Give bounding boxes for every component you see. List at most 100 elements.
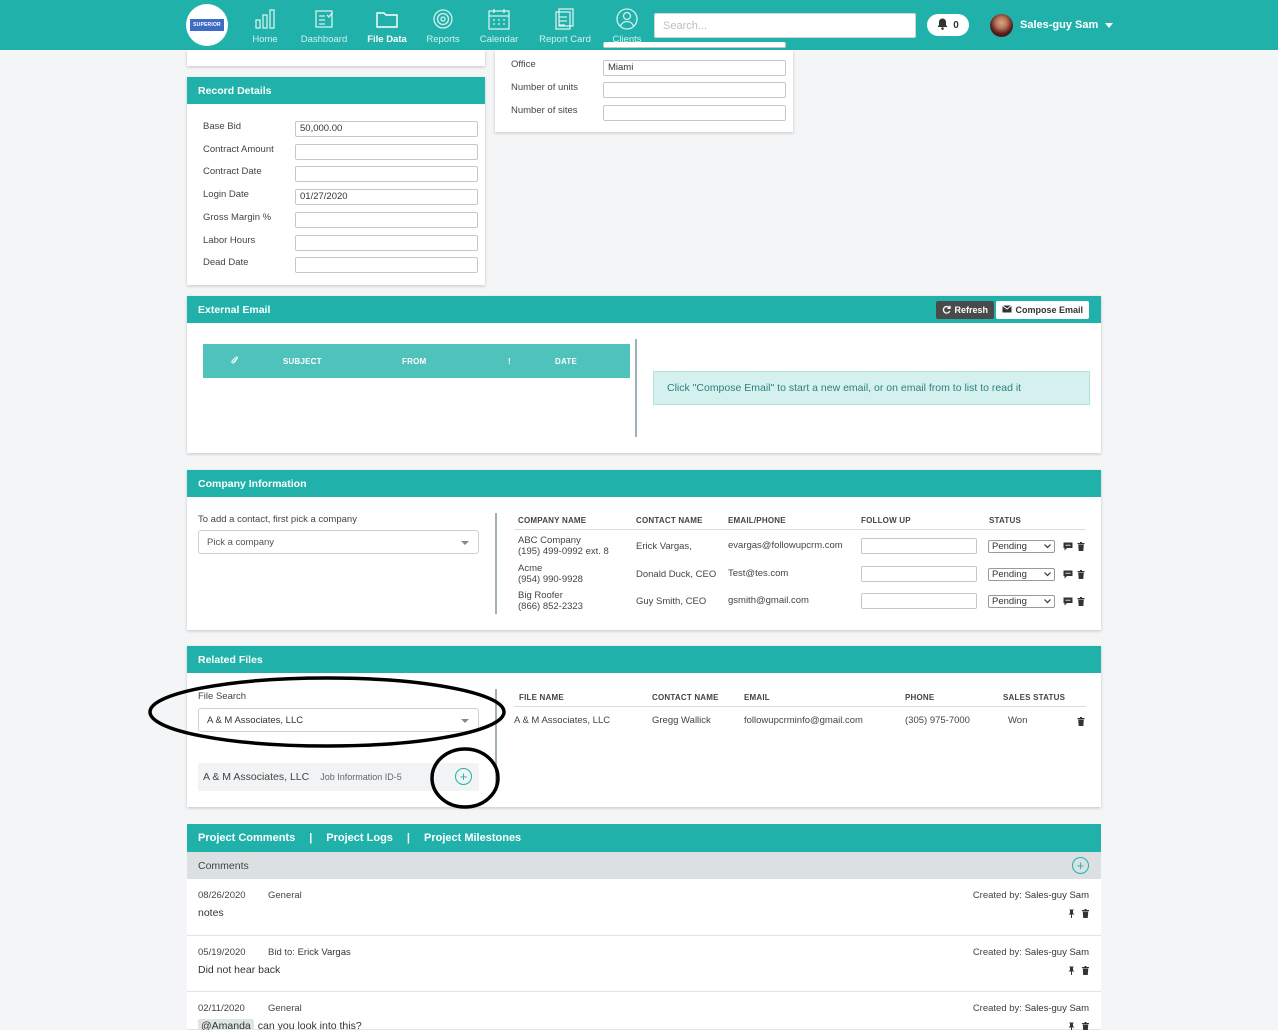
- comment-type: Bid to: Erick Vargas: [268, 947, 351, 958]
- comment-bid-prefix: Bid to:: [268, 947, 295, 958]
- trash-icon[interactable]: [1082, 1022, 1089, 1030]
- sites-field[interactable]: [603, 105, 786, 121]
- trash-icon[interactable]: [1082, 909, 1089, 921]
- office-field[interactable]: Miami: [603, 60, 786, 76]
- follow-up-input[interactable]: [861, 538, 977, 554]
- nav-clients[interactable]: Clients: [609, 7, 645, 47]
- comment-author: Sales-guy Sam: [1024, 890, 1089, 901]
- comments-title: Comments: [198, 859, 249, 872]
- comment-bid-name[interactable]: Erick Vargas: [298, 947, 351, 958]
- record-field-input[interactable]: [295, 234, 478, 251]
- file-email-cell: followupcrminfo@gmail.com: [744, 715, 863, 726]
- target-icon: [431, 7, 455, 31]
- comment-item: 08/26/2020 General Created by: Sales-guy S…: [187, 879, 1101, 936]
- record-field-input[interactable]: 50,000.00: [295, 121, 478, 137]
- compose-email-button[interactable]: Compose Email: [996, 301, 1089, 319]
- comment-actions: [1068, 966, 1089, 978]
- record-field-input[interactable]: [295, 143, 478, 160]
- annotation-circle: [430, 747, 500, 809]
- add-comment-button[interactable]: +: [1072, 857, 1089, 874]
- comment-icon[interactable]: [1063, 542, 1073, 552]
- col-priority[interactable]: !: [508, 357, 511, 366]
- units-field[interactable]: [603, 82, 786, 98]
- comment-item: 02/11/2020 General Created by: Sales-guy S…: [187, 992, 1101, 1030]
- email-cell[interactable]: gsmith@gmail.com: [728, 594, 809, 607]
- external-email-panel: External Email Refresh Compose Email SUB…: [187, 296, 1101, 453]
- email-cell[interactable]: Test@tes.com: [728, 567, 788, 580]
- nav-report-card[interactable]: Report Card: [537, 7, 593, 47]
- comments-header: Comments +: [187, 852, 1101, 879]
- record-field-input[interactable]: [295, 257, 478, 274]
- trash-icon[interactable]: [1082, 966, 1089, 978]
- col-contact-name: CONTACT NAME: [636, 516, 703, 525]
- trash-icon[interactable]: [1077, 717, 1087, 727]
- refresh-button[interactable]: Refresh: [936, 301, 994, 319]
- status-select[interactable]: Pending: [988, 540, 1055, 553]
- col-subject[interactable]: SUBJECT: [283, 357, 322, 366]
- status-value: Pending: [992, 568, 1027, 580]
- calendar-icon: [487, 7, 511, 31]
- col-file-contact: CONTACT NAME: [652, 693, 719, 702]
- clipboard-icon: [312, 7, 336, 31]
- follow-up-input[interactable]: [861, 565, 977, 582]
- units-label: Number of units: [511, 82, 579, 93]
- file-name-cell[interactable]: A & M Associates, LLC: [514, 714, 610, 727]
- status-select[interactable]: Pending: [988, 595, 1055, 608]
- nav-calendar[interactable]: Calendar: [478, 7, 520, 47]
- record-field-input[interactable]: [295, 211, 478, 228]
- created-by-prefix: Created by:: [972, 947, 1022, 958]
- status-value: Pending: [992, 596, 1027, 607]
- company-table-rule: [514, 529, 1086, 530]
- nav-dashboard[interactable]: Dashboard: [299, 7, 349, 47]
- comment-text: @Amanda can you look into this?: [198, 1019, 362, 1030]
- nav-reports[interactable]: Reports: [424, 7, 462, 47]
- tab-project-milestones[interactable]: Project Milestones: [424, 832, 521, 844]
- company-divider: [495, 513, 497, 614]
- status-select[interactable]: Pending: [988, 567, 1055, 581]
- trash-icon[interactable]: [1077, 542, 1087, 552]
- record-field-input[interactable]: [295, 166, 478, 183]
- company-logo[interactable]: SUPERIOR: [186, 4, 228, 46]
- tab-project-comments[interactable]: Project Comments: [198, 832, 295, 844]
- comment-author: Sales-guy Sam: [1024, 947, 1089, 958]
- comment-icon[interactable]: [1063, 597, 1073, 607]
- record-field-label: Login Date: [203, 189, 249, 201]
- col-follow-up: FOLLOW UP: [861, 516, 911, 525]
- comment-item: 05/19/2020 Bid to: Erick Vargas Created by…: [187, 936, 1101, 992]
- tab-project-logs[interactable]: Project Logs: [326, 832, 393, 844]
- company-info-panel: Company Information To add a contact, fi…: [187, 470, 1101, 630]
- pin-icon[interactable]: [1068, 966, 1075, 978]
- col-date[interactable]: DATE: [555, 357, 577, 366]
- notifications-button[interactable]: 0: [927, 14, 969, 36]
- trash-icon[interactable]: [1077, 569, 1087, 580]
- comment-icon[interactable]: [1063, 570, 1073, 580]
- nav-home[interactable]: Home: [250, 7, 280, 47]
- pin-icon[interactable]: [1068, 1022, 1075, 1030]
- col-from[interactable]: FROM: [402, 357, 426, 366]
- company-hint: To add a contact, first pick a company: [198, 514, 357, 525]
- user-menu[interactable]: Sales-guy Sam: [990, 13, 1114, 37]
- pick-company-select[interactable]: Pick a company: [198, 530, 479, 554]
- refresh-icon: [942, 305, 952, 316]
- trash-icon[interactable]: [1077, 597, 1087, 607]
- pin-icon[interactable]: [1068, 909, 1075, 921]
- comment-text: notes: [198, 907, 224, 919]
- follow-up-input[interactable]: [861, 593, 977, 609]
- compose-hint: Click "Compose Email" to start a new ema…: [653, 371, 1090, 405]
- contact-name-cell: Erick Vargas,: [636, 541, 692, 552]
- comment-mention[interactable]: @Amanda: [198, 1019, 254, 1030]
- comment-type: General: [268, 1003, 302, 1014]
- plus-icon: +: [1076, 858, 1085, 873]
- email-cell[interactable]: evargas@followupcrm.com: [728, 539, 843, 552]
- nav-file-data[interactable]: File Data: [366, 7, 408, 47]
- nav-label: Home: [252, 34, 278, 45]
- col-file-phone: PHONE: [905, 693, 935, 702]
- external-email-title: External Email: [198, 303, 271, 316]
- comment-author: Sales-guy Sam: [1024, 1003, 1089, 1014]
- comment-date: 08/26/2020: [198, 890, 246, 901]
- search-input[interactable]: [654, 13, 916, 38]
- files-table-rule: [514, 706, 1086, 707]
- related-files-title: Related Files: [187, 646, 1101, 673]
- record-field-input[interactable]: 01/27/2020: [295, 189, 478, 206]
- record-details-panel: Record Details Base Bid 50,000.00 Contract…: [187, 77, 485, 285]
